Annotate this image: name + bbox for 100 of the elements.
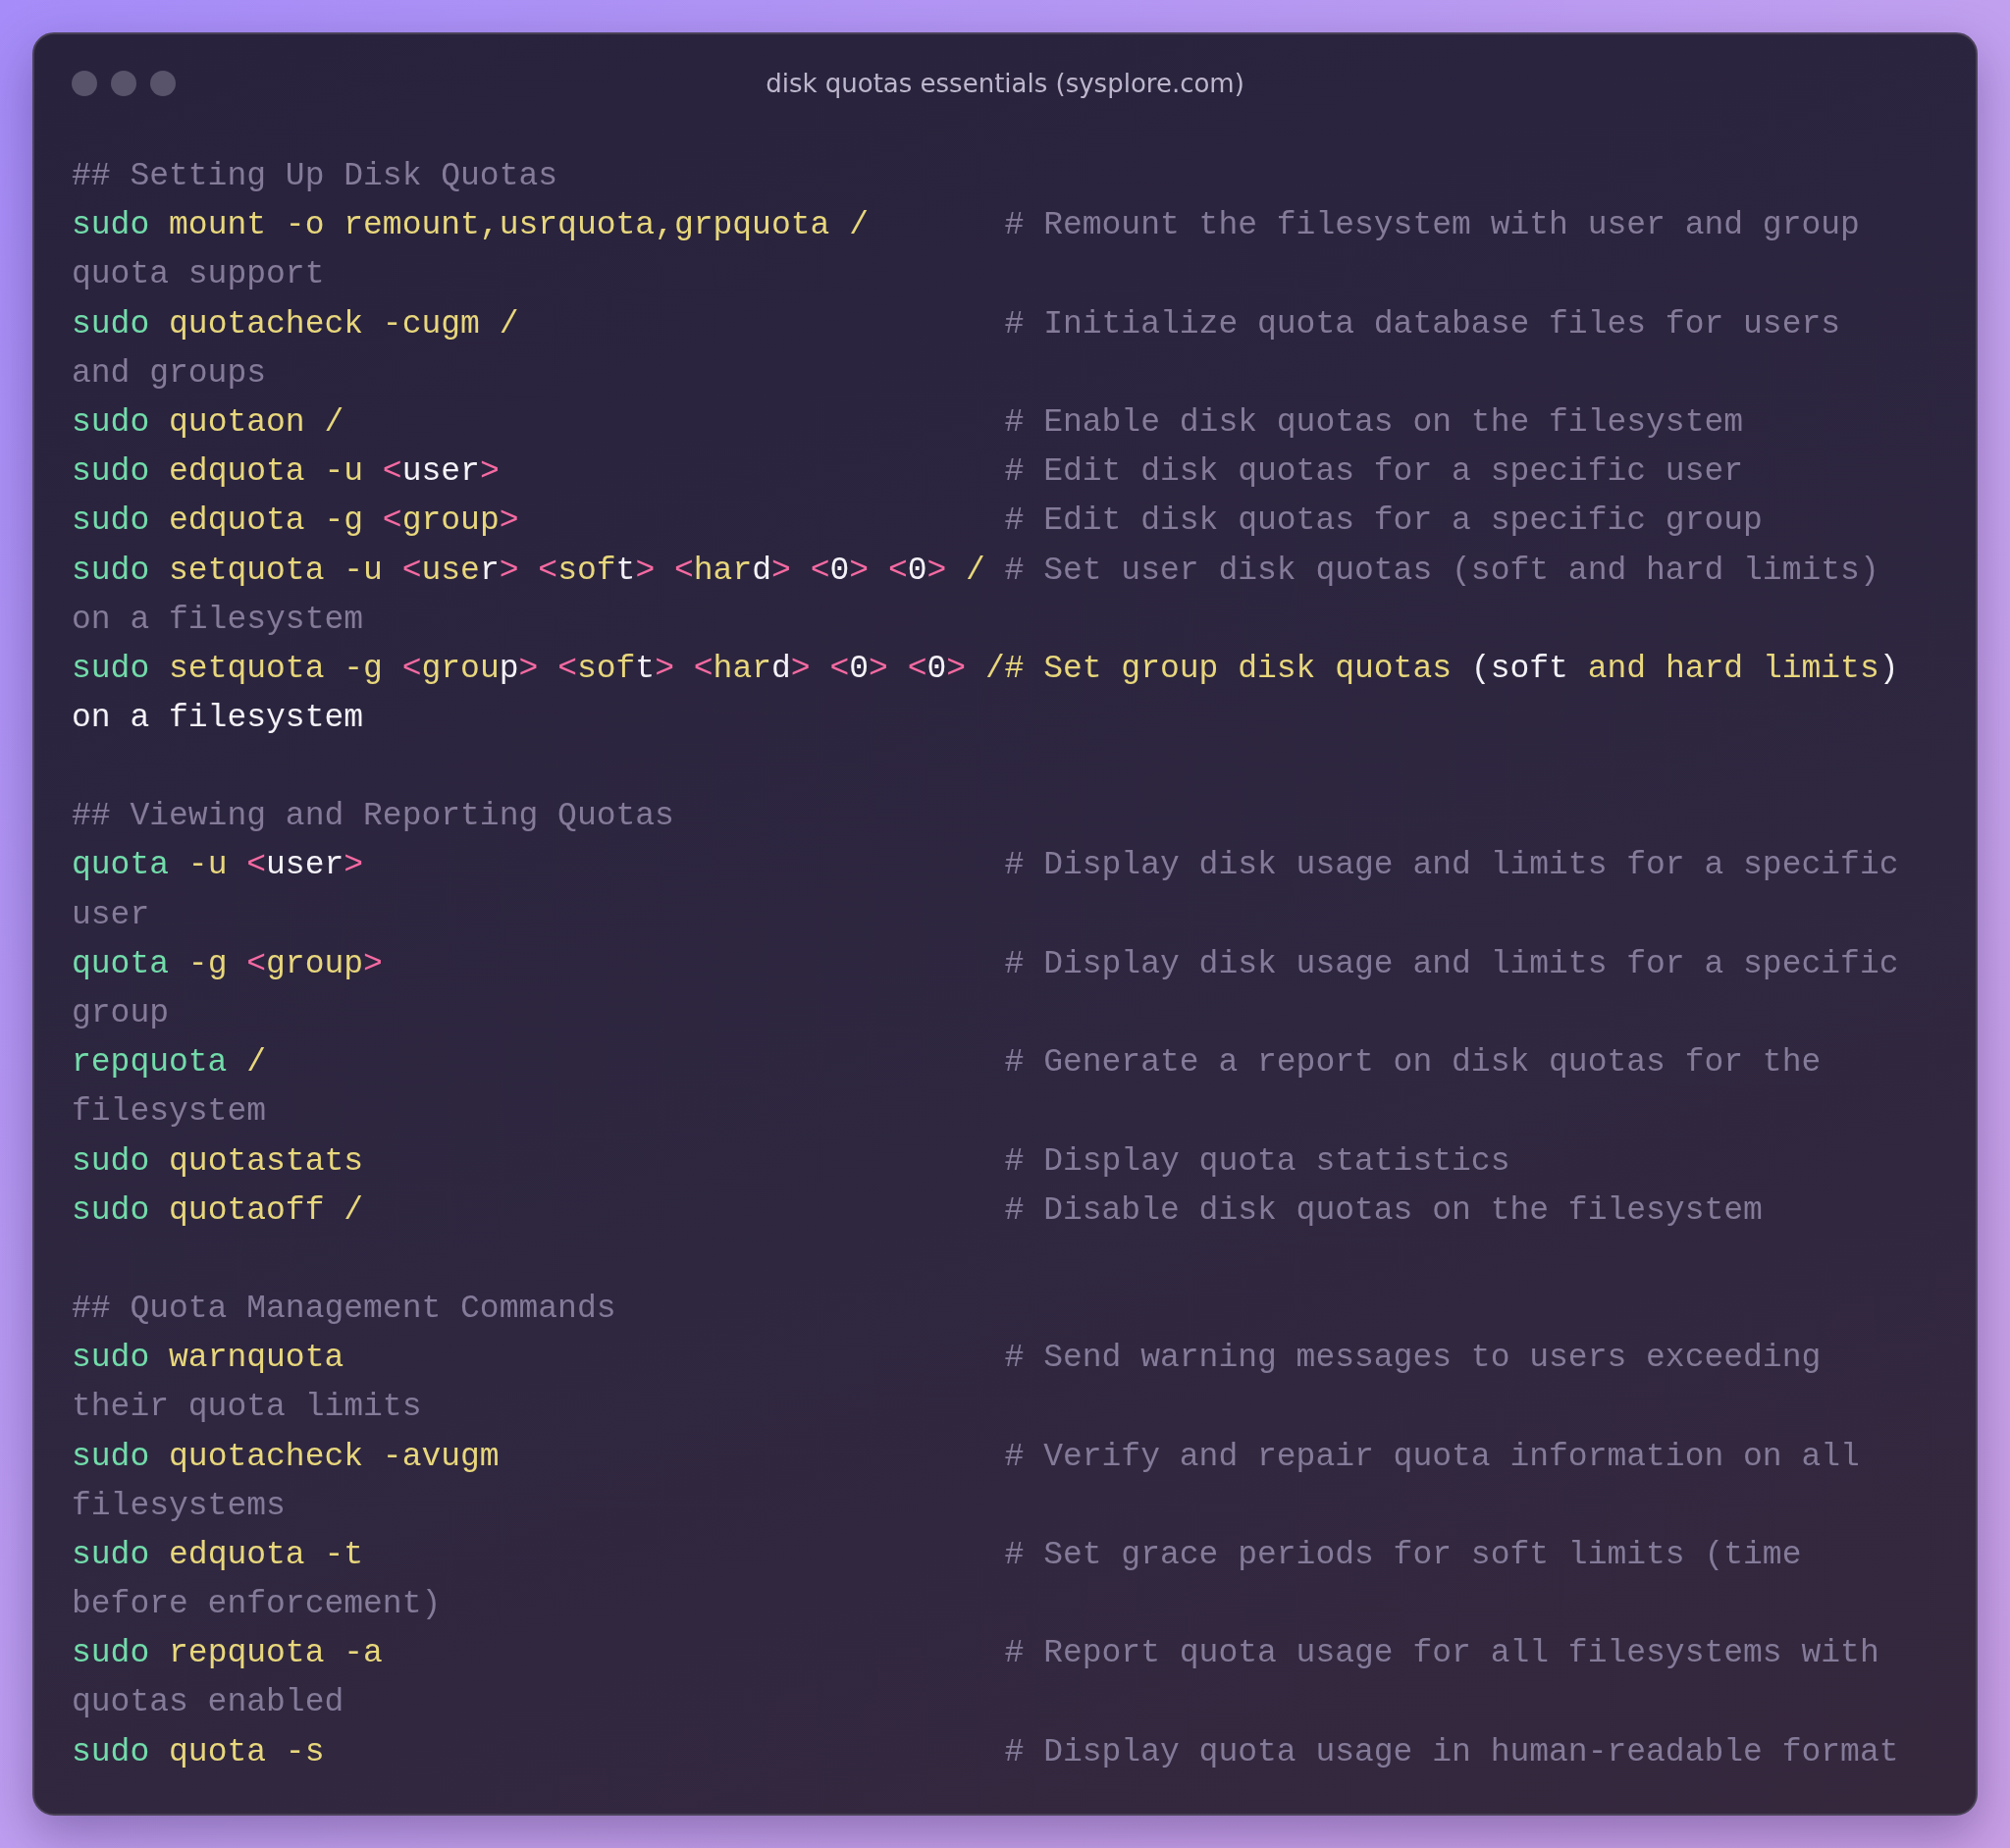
angle-bracket: < xyxy=(828,650,850,687)
code-comment: # Initialize quota database files for users xyxy=(1004,305,1841,343)
code-argument: quotastats xyxy=(168,1142,364,1180)
angle-bracket: > xyxy=(635,552,656,589)
angle-bracket: > xyxy=(655,650,674,687)
code-argument: quotacheck -avugm xyxy=(168,1438,500,1475)
window-title: disk quotas essentials (sysplore.com) xyxy=(766,69,1244,98)
angle-bracket: < xyxy=(673,552,694,589)
angle-bracket: < xyxy=(246,945,267,982)
code-text: 0 xyxy=(926,650,947,687)
angle-bracket: > xyxy=(926,552,947,589)
angle-bracket: < xyxy=(537,552,558,589)
code-comment: group xyxy=(72,995,170,1031)
command-keyword: sudo xyxy=(72,650,150,687)
code-argument: quota -s xyxy=(168,1733,325,1770)
code-comment: # Edit disk quotas for a specific user xyxy=(1004,453,1744,491)
angle-bracket: > xyxy=(499,502,519,540)
angle-bracket: > xyxy=(771,552,791,589)
command-keyword: sudo xyxy=(72,502,150,540)
code-comment: # Send warning messages to users exceeding xyxy=(1004,1340,1822,1377)
window-control-dot[interactable] xyxy=(150,71,176,96)
code-argument: quotacheck -cugm / xyxy=(168,305,519,343)
angle-bracket: > xyxy=(479,453,500,491)
code-argument: har xyxy=(713,650,771,687)
code-argument: setquota -g xyxy=(168,650,384,687)
command-keyword: sudo xyxy=(72,1733,150,1770)
code-argument: sof xyxy=(576,650,636,687)
angle-bracket: > xyxy=(849,552,870,589)
code-text: user xyxy=(266,847,344,884)
command-keyword: quota xyxy=(72,945,170,982)
code-text: ) xyxy=(1878,650,1899,687)
code-argument: edquota -u xyxy=(168,453,365,491)
code-comment: their quota limits xyxy=(72,1389,422,1426)
code-text: 0 xyxy=(907,552,927,589)
command-keyword: sudo xyxy=(72,1438,150,1475)
code-comment: # Generate a report on disk quotas for the xyxy=(1004,1044,1822,1082)
code-text: d xyxy=(771,650,791,687)
code-text: p xyxy=(499,650,519,687)
code-comment: and groups xyxy=(72,354,267,392)
command-keyword: sudo xyxy=(72,305,150,343)
code-text: r xyxy=(479,552,500,589)
code-argument: group xyxy=(401,502,500,540)
code-argument: / xyxy=(965,552,985,589)
code-argument: # Set group disk quotas xyxy=(1004,650,1453,687)
section-heading: ## Viewing and Reporting Quotas xyxy=(72,798,674,835)
code-comment: filesystems xyxy=(72,1487,286,1524)
code-comment: # Verify and repair quota information on all xyxy=(1004,1438,1860,1475)
code-argument: group xyxy=(266,945,364,982)
code-comment: user xyxy=(72,896,150,933)
code-argument: edquota -g xyxy=(168,502,365,540)
code-argument: / xyxy=(983,650,1005,687)
code-argument: setquota -u xyxy=(168,552,384,589)
command-keyword: sudo xyxy=(72,552,150,589)
command-keyword: sudo xyxy=(72,453,150,491)
code-comment: # Display disk usage and limits for a specific xyxy=(1004,847,1899,884)
angle-bracket: > xyxy=(946,650,967,687)
command-keyword: quota xyxy=(72,847,170,884)
code-argument: sof xyxy=(557,552,616,589)
code-comment: # Display quota usage in human-readable format xyxy=(1004,1733,1899,1770)
code-comment: # Set user disk quotas (soft and hard limits) xyxy=(1004,552,1879,589)
angle-bracket: < xyxy=(401,552,422,589)
section-heading: ## Quota Management Commands xyxy=(72,1290,616,1327)
angle-bracket: > xyxy=(344,847,364,884)
angle-bracket: < xyxy=(692,650,714,687)
code-comment: on a filesystem xyxy=(72,601,364,638)
command-keyword: sudo xyxy=(72,1536,150,1573)
code-comment: # Enable disk quotas on the filesystem xyxy=(1004,403,1744,441)
angle-bracket: < xyxy=(886,552,908,589)
code-argument: -g xyxy=(186,945,229,982)
angle-bracket: > xyxy=(790,650,811,687)
window-control-dot[interactable] xyxy=(111,71,136,96)
angle-bracket: < xyxy=(906,650,927,687)
angle-bracket: > xyxy=(363,945,383,982)
code-comment: quotas enabled xyxy=(72,1684,344,1721)
section-heading: ## Setting Up Disk Quotas xyxy=(72,158,558,194)
code-argument: mount -o remount,usrquota,grpquota / xyxy=(168,207,869,244)
code-argument: quotaoff / xyxy=(168,1191,364,1229)
angle-bracket: > xyxy=(499,552,519,589)
code-comment: # Report quota usage for all filesystems with xyxy=(1004,1635,1879,1672)
command-keyword: sudo xyxy=(72,1635,150,1672)
code-argument: grou xyxy=(421,650,500,687)
command-keyword: sudo xyxy=(72,1340,150,1377)
code-argument: har xyxy=(693,552,753,589)
code-comment: filesystem xyxy=(72,1093,267,1131)
code-argument: use xyxy=(421,552,480,589)
code-argument: warnquota xyxy=(168,1340,344,1377)
code-comment: quota support xyxy=(72,256,325,293)
angle-bracket: < xyxy=(401,650,422,687)
code-comment: # Display quota statistics xyxy=(1004,1142,1510,1180)
angle-bracket: < xyxy=(809,552,830,589)
code-text: user xyxy=(401,453,480,491)
angle-bracket: < xyxy=(382,453,402,491)
command-keyword: sudo xyxy=(72,403,150,441)
code-argument: / xyxy=(245,1044,267,1082)
code-argument: -u xyxy=(186,847,229,884)
command-keyword: repquota xyxy=(72,1044,228,1082)
code-comment: before enforcement) xyxy=(72,1586,442,1623)
command-keyword: sudo xyxy=(72,1142,150,1180)
window-control-dot[interactable] xyxy=(72,71,97,96)
code-text: d xyxy=(752,552,772,589)
